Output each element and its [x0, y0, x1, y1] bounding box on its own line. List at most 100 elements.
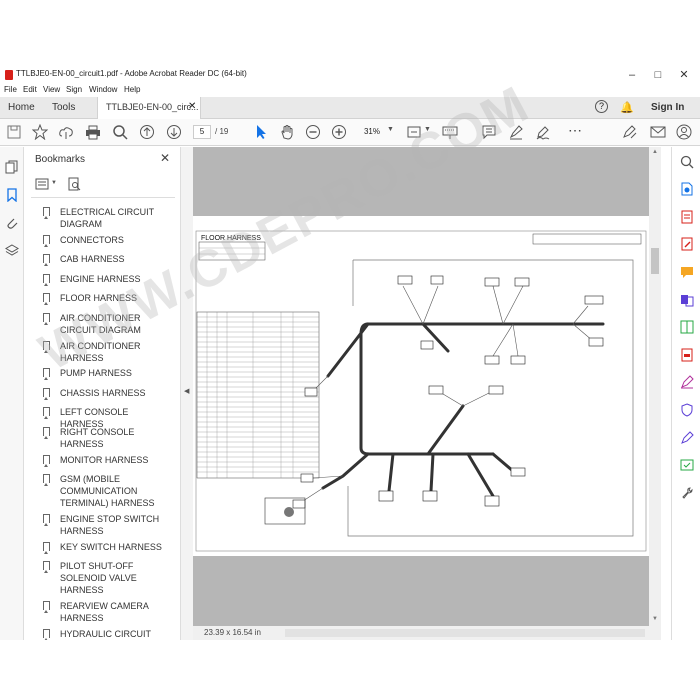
document-scroll-thumb[interactable] [651, 248, 659, 274]
bookmark-item[interactable]: CONNECTORS [43, 234, 171, 250]
fit-dropdown-icon[interactable]: ▼ [424, 126, 431, 133]
bookmark-item[interactable]: HYDRAULIC CIRCUIT [43, 628, 171, 640]
bookmark-item[interactable]: REARVIEW CAMERA HARNESS [43, 600, 171, 626]
combine-files-icon[interactable] [680, 293, 694, 307]
comment-tool-icon[interactable] [680, 265, 694, 279]
menu-file[interactable]: File [4, 85, 17, 94]
tab-home[interactable]: Home [8, 102, 35, 113]
bookmark-item[interactable]: PUMP HARNESS [43, 367, 171, 383]
help-icon[interactable]: ? [595, 100, 608, 113]
bookmark-item[interactable]: KEY SWITCH HARNESS [43, 541, 171, 557]
tab-document[interactable]: TTLBJE0-EN-00_circ... ✕ [97, 97, 201, 119]
more-tools-wrench-icon[interactable] [680, 486, 694, 500]
bookmark-item[interactable]: RIGHT CONSOLE HARNESS [43, 426, 171, 452]
bookmark-item[interactable]: ENGINE HARNESS [43, 273, 171, 289]
find-bookmark-icon[interactable] [68, 177, 81, 191]
minimize-icon[interactable]: – [620, 67, 644, 83]
bookmark-item-label: KEY SWITCH HARNESS [60, 542, 162, 552]
bookmark-item[interactable]: CHASSIS HARNESS [43, 387, 171, 403]
tab-tools[interactable]: Tools [52, 102, 75, 113]
search-tool-icon[interactable] [680, 155, 694, 169]
bookmark-item[interactable]: ENGINE STOP SWITCH HARNESS [43, 513, 171, 539]
menu-view[interactable]: View [43, 85, 60, 94]
close-icon[interactable]: ✕ [672, 67, 696, 83]
hand-tool-icon[interactable] [279, 124, 295, 140]
bookmark-item[interactable]: MONITOR HARNESS [43, 454, 171, 470]
bookmark-item[interactable]: FLOOR HARNESS [43, 292, 171, 308]
bookmark-item-label: ENGINE HARNESS [60, 274, 141, 284]
bookmark-item-icon [43, 542, 50, 554]
fit-page-icon[interactable] [406, 124, 422, 140]
email-icon[interactable] [650, 124, 666, 140]
bookmark-item-icon [43, 341, 50, 353]
bookmark-item-label: CAB HARNESS [60, 254, 125, 264]
document-scrollbar[interactable] [649, 147, 661, 626]
menu-help[interactable]: Help [124, 85, 140, 94]
page-thumbnails-icon[interactable] [5, 160, 19, 174]
more-tools-icon[interactable]: ⋯ [568, 122, 582, 139]
bookmark-options-icon[interactable] [35, 178, 49, 190]
bookmark-icon[interactable] [5, 188, 19, 202]
create-pdf-icon[interactable] [680, 210, 694, 224]
send-for-signature-icon[interactable] [680, 431, 694, 445]
bookmark-item-label: GSM (MOBILE COMMUNICATION TERMINAL) HARN… [60, 474, 155, 508]
zoom-level-select[interactable]: 31% [359, 125, 385, 139]
collapse-arrow-icon[interactable]: ◀ [184, 387, 189, 395]
select-cursor-icon[interactable] [253, 124, 269, 140]
upload-cloud-icon[interactable] [58, 124, 74, 140]
highlight-pen-icon[interactable] [508, 124, 524, 140]
menu-edit[interactable]: Edit [23, 85, 37, 94]
bookmark-item[interactable]: GSM (MOBILE COMMUNICATION TERMINAL) HARN… [43, 473, 171, 511]
close-tab-icon[interactable]: ✕ [188, 101, 196, 112]
save-icon[interactable] [6, 124, 22, 140]
bookmarks-title: Bookmarks [35, 154, 86, 165]
window-title: TTLBJE0-EN-00_circuit1.pdf - Adobe Acrob… [16, 69, 247, 78]
organize-pages-icon[interactable] [680, 320, 694, 334]
horizontal-scrollbar[interactable] [285, 629, 645, 637]
sign-pen-icon[interactable] [535, 124, 551, 140]
bookmark-item-label: MONITOR HARNESS [60, 455, 149, 465]
menu-window[interactable]: Window [89, 85, 117, 94]
maximize-icon[interactable]: □ [646, 67, 670, 83]
edit-pdf-icon[interactable] [680, 237, 694, 251]
account-icon[interactable] [676, 124, 692, 140]
send-for-review-icon[interactable] [680, 458, 694, 472]
bookmark-item-icon [43, 455, 50, 467]
options-dropdown-icon[interactable]: ▼ [51, 180, 57, 186]
bookmark-item-label: ENGINE STOP SWITCH HARNESS [60, 514, 160, 536]
sign-in-button[interactable]: Sign In [651, 102, 684, 113]
document-viewport[interactable]: FLOOR HARNESS [193, 147, 649, 626]
tab-document-label: TTLBJE0-EN-00_circ... [106, 102, 199, 112]
doc-scroll-down-icon[interactable]: ▼ [652, 616, 658, 622]
doc-scroll-up-icon[interactable]: ▲ [652, 149, 658, 155]
bookmark-item[interactable]: AIR CONDITIONER CIRCUIT DIAGRAM [43, 312, 171, 338]
bookmark-item[interactable]: AIR CONDITIONER HARNESS [43, 340, 171, 366]
zoom-dropdown-icon[interactable]: ▼ [387, 126, 394, 133]
panel-collapse-handle[interactable]: ◀ [181, 147, 193, 640]
zoom-in-icon[interactable] [331, 124, 347, 140]
zoom-search-icon[interactable] [112, 124, 128, 140]
protect-shield-icon[interactable] [680, 403, 694, 417]
bookmark-item-icon [43, 427, 50, 439]
bookmark-item[interactable]: LEFT CONSOLE HARNESS [43, 406, 171, 429]
star-icon[interactable] [32, 124, 48, 140]
close-panel-icon[interactable]: ✕ [160, 151, 170, 165]
menu-sign[interactable]: Sign [66, 85, 82, 94]
comment-icon[interactable] [481, 124, 497, 140]
bell-icon[interactable]: 🔔 [620, 101, 634, 114]
previous-page-icon[interactable] [139, 124, 155, 140]
bookmark-item[interactable]: ELECTRICAL CIRCUIT DIAGRAM [43, 206, 171, 232]
fill-sign-tool-icon[interactable] [680, 375, 694, 389]
export-pdf-icon[interactable] [680, 182, 694, 196]
fill-sign-icon[interactable] [622, 124, 638, 140]
keyboard-icon[interactable] [442, 124, 458, 140]
layers-icon[interactable] [5, 244, 19, 258]
redact-icon[interactable] [680, 348, 694, 362]
bookmark-item[interactable]: CAB HARNESS [43, 253, 171, 269]
page-number-input[interactable]: 5 [193, 125, 211, 139]
zoom-out-icon[interactable] [305, 124, 321, 140]
bookmark-item[interactable]: PILOT SHUT-OFF SOLENOID VALVE HARNESS [43, 560, 171, 598]
next-page-icon[interactable] [166, 124, 182, 140]
attachment-icon[interactable] [5, 216, 19, 230]
print-icon[interactable] [85, 124, 101, 140]
